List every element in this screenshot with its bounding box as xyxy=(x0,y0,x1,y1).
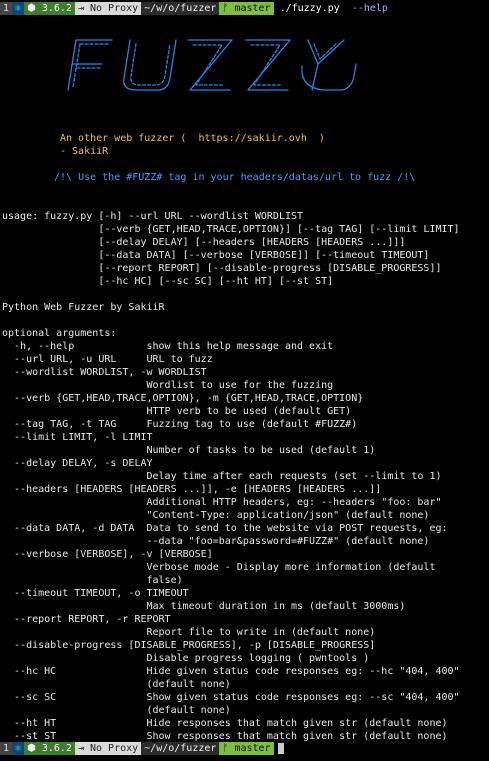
help-line: Report file to write in (default none) xyxy=(2,627,376,638)
help-line: (default none) xyxy=(2,679,231,690)
proxy-icon: ⇥ xyxy=(77,743,90,754)
logo-letter-z1 xyxy=(187,39,233,91)
help-line: Disable progress logging ( pwntools ) xyxy=(2,653,370,664)
help-line: --sc SC Show given status code responses… xyxy=(2,692,460,703)
window-index: 1 xyxy=(0,742,13,755)
help-line: --tag TAG, -t TAG Fuzzing tag to use (de… xyxy=(2,419,358,430)
git-branch: ᚠ master xyxy=(219,2,274,15)
logo-letter-f xyxy=(67,39,113,91)
help-line: Number of tasks to be used (default 1) xyxy=(2,445,376,456)
help-line: usage: fuzzy.py [-h] --url URL --wordlis… xyxy=(2,211,304,222)
help-line: Wordlist to use for the fuzzing xyxy=(2,380,334,391)
help-line: --data "foo=bar&password=#FUZZ#" (defaul… xyxy=(2,536,430,547)
help-line: -h, --help show this help message and ex… xyxy=(2,341,334,352)
help-line: --verb {GET,HEAD,TRACE,OPTION}, -m {GET,… xyxy=(2,393,364,404)
help-line: --wordlist WORDLIST, -w WORDLIST xyxy=(2,367,207,378)
prompt-bar-top: 1 ⚛ ⬢ 3.6.2 ⇥ No Proxy ~/w/o/fuzzer ᚠ ma… xyxy=(0,2,489,15)
help-line: optional arguments: xyxy=(2,328,117,339)
current-path: ~/w/o/fuzzer xyxy=(141,2,220,15)
logo-letter-z2 xyxy=(245,39,291,91)
help-line: [--verb {GET,HEAD,TRACE,OPTION}] [--tag … xyxy=(2,224,460,235)
help-line: (default none) xyxy=(2,705,231,716)
help-line: "Content-Type: application/json" (defaul… xyxy=(2,510,430,521)
help-line: Delay time after each requests (set --li… xyxy=(2,471,442,482)
hexagon-icon: ⬢ xyxy=(27,3,42,14)
node-version: ⬢ 3.6.2 xyxy=(24,742,75,755)
react-icon: ⚛ xyxy=(12,742,25,755)
logo-letter-u xyxy=(123,39,177,91)
help-line: --verbose [VERBOSE], -v [VERBOSE] xyxy=(2,549,213,560)
banner-hint: /!\ Use the #FUZZ# tag in your headers/d… xyxy=(54,172,416,183)
help-line: --ht HT Hide responses that match given … xyxy=(2,718,448,729)
help-line: HTTP verb to be used (default GET) xyxy=(2,406,352,417)
help-line: --limit LIMIT, -l LIMIT xyxy=(2,432,153,443)
help-line: [--data DATA] [--verbose [VERBOSE]] [--t… xyxy=(2,250,430,261)
help-line: Additional HTTP headers, eg: --headers "… xyxy=(2,497,442,508)
proxy-icon: ⇥ xyxy=(77,3,90,14)
help-line: Verbose mode - Display more information … xyxy=(2,562,436,573)
help-line: [--report REPORT] [--disable-progress [D… xyxy=(2,263,442,274)
window-index: 1 xyxy=(0,2,13,15)
command-line: ./fuzzy.py --help xyxy=(279,3,388,14)
git-branch: ᚠ master xyxy=(219,742,274,755)
help-line: --disable-progress [DISABLE_PROGRESS], -… xyxy=(2,640,376,651)
prompt-bar-bottom: 1 ⚛ ⬢ 3.6.2 ⇥ No Proxy ~/w/o/fuzzer ᚠ ma… xyxy=(0,742,489,755)
react-icon: ⚛ xyxy=(12,2,25,15)
branch-icon: ᚠ xyxy=(222,743,235,754)
help-line: Max timeout duration in ms (default 3000… xyxy=(2,601,406,612)
fuzzy-logo xyxy=(67,39,357,91)
help-line: --headers [HEADERS [HEADERS ...]], -e [H… xyxy=(2,484,382,495)
help-line: --url URL, -u URL URL to fuzz xyxy=(2,354,213,365)
help-line xyxy=(2,288,460,301)
help-line: Python Web Fuzzer by SakiiR xyxy=(2,302,165,313)
terminal-cursor[interactable] xyxy=(277,743,284,754)
help-line: --timeout TIMEOUT, -o TIMEOUT xyxy=(2,588,189,599)
help-output: usage: fuzzy.py [-h] --url URL --wordlis… xyxy=(2,210,460,743)
help-line: [--hc HC] [--sc SC] [--ht HT] [--st ST] xyxy=(2,276,334,287)
banner-author: - SakiiR xyxy=(60,146,109,157)
help-line: --report REPORT, -r REPORT xyxy=(2,614,171,625)
current-path: ~/w/o/fuzzer xyxy=(141,742,220,755)
help-line: false) xyxy=(2,575,183,586)
branch-icon: ᚠ xyxy=(222,3,235,14)
help-line: --hc HC Hide given status code responses… xyxy=(2,666,460,677)
help-line: [--delay DELAY] [--headers [HEADERS [HEA… xyxy=(2,237,406,248)
proxy-status: ⇥ No Proxy xyxy=(74,742,142,755)
hexagon-icon: ⬢ xyxy=(27,743,42,754)
help-line: --delay DELAY, -s DELAY xyxy=(2,458,153,469)
banner-tagline: An other web fuzzer ( https://sakiir.ovh… xyxy=(60,133,325,144)
logo-letter-y xyxy=(301,39,357,91)
node-version: ⬢ 3.6.2 xyxy=(24,2,75,15)
help-line: --data DATA, -d DATA Data to send to the… xyxy=(2,523,448,534)
proxy-status: ⇥ No Proxy xyxy=(74,2,142,15)
help-line xyxy=(2,314,460,327)
